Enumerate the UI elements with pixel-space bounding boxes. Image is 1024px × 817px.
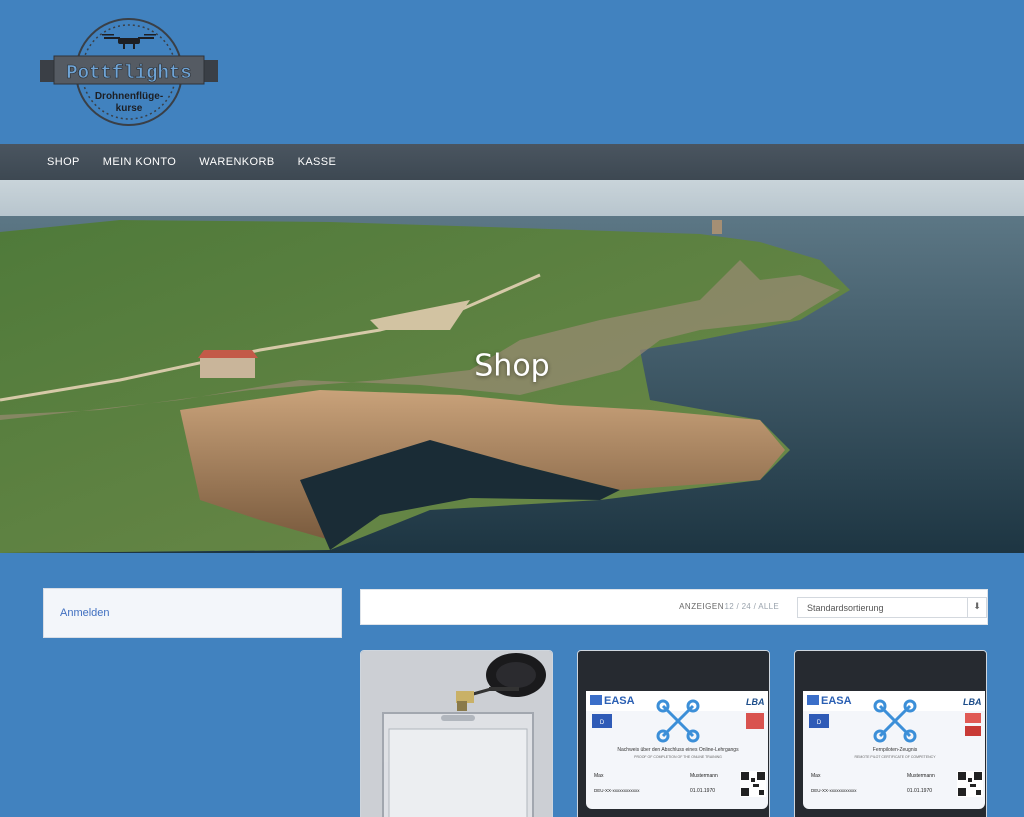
card-subtitle: REMOTE PILOT CERTIFICATE OF COMPETENCY (854, 755, 936, 759)
show-count-all[interactable]: ALLE (758, 602, 779, 611)
login-widget: Anmelden (43, 588, 342, 638)
product-image-badge-holder (361, 651, 552, 817)
card-first-name: Max (811, 773, 821, 779)
arrow-down-icon: ⬇ (967, 598, 986, 617)
login-link[interactable]: Anmelden (60, 607, 110, 619)
card-title: Fernpiloten-Zeugnis (873, 747, 918, 753)
card-country: D (817, 720, 822, 726)
logo-tagline-2: kurse (116, 103, 143, 114)
nav-item-kasse[interactable]: KASSE (298, 156, 337, 168)
sort-dropdown[interactable]: Standardsortierung ⬇ (797, 597, 987, 618)
product-image-easa-card: EASA LBA D Nachweis über den Abschluss e… (578, 651, 769, 817)
hero-banner: Shop (0, 180, 1024, 553)
card-brand: EASA (604, 695, 635, 707)
card-id-number: DEU-XX-xxxxxxxxxxxx (594, 788, 640, 793)
show-count-options: 12 / 24 / ALLE (724, 602, 779, 611)
card-authority: LBA (963, 697, 982, 707)
main-nav: SHOP MEIN KONTO WARENKORB KASSE (0, 144, 1024, 180)
card-authority: LBA (746, 697, 765, 707)
qr-code-icon (957, 771, 983, 797)
sort-value: Standardsortierung (807, 603, 884, 613)
site-logo[interactable]: Pottflights Drohnenflüge- kurse (38, 16, 220, 128)
page-title: Shop (474, 348, 550, 384)
product-image-easa-card: EASA LBA D Fernpiloten-Zeugnis REMOTE PI… (795, 651, 986, 817)
card-brand: EASA (821, 695, 852, 707)
logo-tagline-1: Drohnenflüge- (95, 91, 163, 102)
nav-item-shop[interactable]: SHOP (47, 156, 80, 168)
show-count-12[interactable]: 12 (724, 602, 734, 611)
card-date: 01.01.1970 (690, 788, 715, 794)
nav-item-warenkorb[interactable]: WARENKORB (199, 156, 274, 168)
site-header: Pottflights Drohnenflüge- kurse (0, 0, 1024, 144)
show-count-label: ANZEIGEN (679, 602, 724, 611)
logo-brand-text: Pottflights (66, 62, 191, 84)
separator: / (736, 602, 740, 611)
card-title: Nachweis über den Abschluss eines Online… (617, 747, 739, 753)
separator: / (753, 602, 757, 611)
qr-code-icon (740, 771, 766, 797)
card-first-name: Max (594, 773, 604, 779)
card-subtitle: PROOF OF COMPLETION OF THE ONLINE TRAINI… (634, 755, 722, 759)
card-country: D (600, 720, 605, 726)
nav-item-mein-konto[interactable]: MEIN KONTO (103, 156, 176, 168)
product-card[interactable]: EASA LBA D Nachweis über den Abschluss e… (577, 650, 770, 817)
show-count-24[interactable]: 24 (742, 602, 752, 611)
product-card[interactable] (360, 650, 553, 817)
card-last-name: Mustermann (690, 773, 718, 779)
shop-toolbar: ANZEIGEN 12 / 24 / ALLE Standardsortieru… (360, 589, 988, 625)
card-last-name: Mustermann (907, 773, 935, 779)
product-card[interactable]: EASA LBA D Fernpiloten-Zeugnis REMOTE PI… (794, 650, 987, 817)
card-date: 01.01.1970 (907, 788, 932, 794)
card-id-number: DEU-XX-xxxxxxxxxxxx (811, 788, 857, 793)
